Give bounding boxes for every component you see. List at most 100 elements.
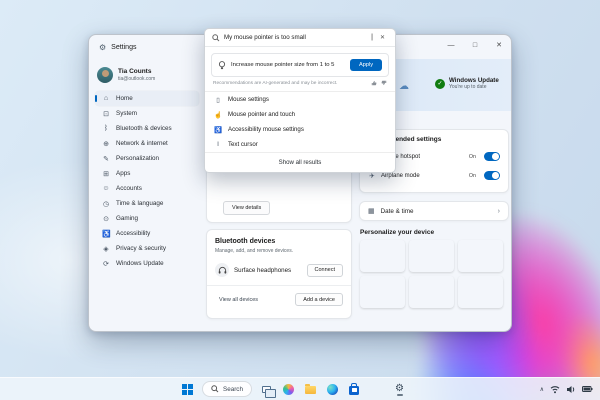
divider bbox=[207, 285, 351, 286]
windows-update-tile[interactable]: ✓ Windows Update You're up to date bbox=[435, 77, 499, 90]
sidebar-item[interactable]: ◷ Time & language bbox=[95, 196, 199, 211]
bluetooth-devices-card: Bluetooth devices Manage, add, and remov… bbox=[206, 229, 352, 319]
toggle-switch[interactable] bbox=[484, 171, 500, 180]
gear-icon: ⚙ bbox=[395, 383, 404, 394]
sidebar-item[interactable]: ♿ Accessibility bbox=[95, 226, 199, 241]
sidebar-item-icon: ◈ bbox=[103, 245, 109, 253]
desktop: ⚙ Settings — □ ✕ Tia Counts tia@outlook.… bbox=[0, 0, 600, 400]
view-details-button[interactable]: View details bbox=[223, 201, 271, 215]
sidebar-item[interactable]: ⊡ System bbox=[95, 106, 199, 121]
wallpaper-thumbnail[interactable] bbox=[360, 276, 405, 308]
windows-update-status: You're up to date bbox=[449, 84, 487, 90]
folder-icon bbox=[304, 384, 316, 394]
sidebar-item-label: Windows Update bbox=[116, 260, 164, 267]
taskbar-search-box[interactable]: Search bbox=[202, 381, 252, 397]
toggle-state-label: On bbox=[468, 172, 476, 179]
sidebar-item[interactable]: ⟳ Windows Update bbox=[95, 256, 199, 271]
sidebar-item-label: Home bbox=[116, 95, 133, 102]
account-profile[interactable]: Tia Counts tia@outlook.com bbox=[95, 63, 199, 91]
sidebar-item-icon: ◷ bbox=[102, 200, 110, 208]
settings-search-input[interactable]: My mouse pointer is too small | ✕ bbox=[205, 29, 395, 47]
toggle-switch[interactable] bbox=[484, 152, 500, 161]
sidebar-item[interactable]: ⌂ Home bbox=[95, 91, 199, 106]
edge-button[interactable] bbox=[325, 382, 340, 397]
search-query-text: My mouse pointer is too small bbox=[224, 34, 306, 41]
sidebar-item-icon: ⌂ bbox=[103, 95, 109, 102]
search-icon bbox=[211, 385, 219, 393]
system-tray: ∧ bbox=[540, 378, 593, 400]
search-result-item[interactable]: ☝ Mouse pointer and touch bbox=[205, 107, 395, 122]
search-result-icon: ♿ bbox=[214, 126, 223, 134]
sidebar-item[interactable]: ☺ Accounts bbox=[95, 181, 199, 196]
sidebar-item[interactable]: ⊕ Network & internet bbox=[95, 136, 199, 151]
volume-icon[interactable] bbox=[566, 385, 576, 394]
clear-search-icon[interactable]: ✕ bbox=[377, 32, 388, 43]
settings-taskbar-button[interactable]: ⚙ bbox=[392, 382, 407, 397]
wallpaper-thumbnail[interactable] bbox=[458, 276, 503, 308]
personalize-title: Personalize your device bbox=[360, 229, 435, 236]
update-check-icon: ✓ bbox=[435, 78, 445, 89]
date-time-card[interactable]: ▦ Date & time › bbox=[359, 201, 509, 221]
show-all-results-button[interactable]: Show all results bbox=[205, 153, 395, 172]
search-result-label: Mouse pointer and touch bbox=[228, 111, 296, 118]
bluetooth-card-subtitle: Manage, add, and remove devices. bbox=[215, 248, 294, 254]
wallpaper-thumbnail[interactable] bbox=[458, 240, 503, 272]
wallpaper-thumbnail[interactable] bbox=[360, 240, 405, 272]
quick-setting-icon: ✈ bbox=[369, 172, 375, 180]
search-result-label: Text cursor bbox=[228, 141, 258, 148]
sidebar-item-label: Gaming bbox=[116, 215, 139, 222]
task-view-icon bbox=[261, 385, 277, 398]
start-button[interactable] bbox=[180, 382, 195, 397]
store-button[interactable] bbox=[347, 382, 362, 397]
cloud-status-tile[interactable]: ☁ bbox=[399, 81, 409, 92]
task-view-button[interactable] bbox=[259, 382, 277, 398]
sidebar-item-label: Privacy & security bbox=[116, 245, 167, 252]
thumbs-down-icon[interactable] bbox=[381, 80, 387, 86]
search-result-label: Mouse settings bbox=[228, 96, 269, 103]
file-explorer-button[interactable] bbox=[303, 382, 318, 397]
sidebar-item[interactable]: ᛒ Bluetooth & devices bbox=[95, 121, 199, 136]
sidebar-item-label: System bbox=[116, 110, 137, 117]
taskbar-search-label: Search bbox=[223, 385, 243, 393]
search-result-item[interactable]: ▯ Mouse settings bbox=[205, 92, 395, 107]
calendar-icon: ▦ bbox=[368, 208, 375, 215]
sidebar-item-icon: ♿ bbox=[102, 230, 111, 238]
maximize-button[interactable]: □ bbox=[463, 35, 487, 55]
sidebar-nav: ⌂ Home ⊡ System ᛒ Bluetooth & devices ⊕ … bbox=[95, 91, 199, 271]
copilot-button[interactable] bbox=[281, 382, 296, 397]
thumbs-up-icon[interactable] bbox=[371, 80, 377, 86]
wifi-icon[interactable] bbox=[550, 385, 560, 394]
search-result-item[interactable]: I Text cursor bbox=[205, 137, 395, 152]
taskbar: Search ⚙ ∧ bbox=[0, 377, 600, 400]
sidebar-item[interactable]: ✎ Personalization bbox=[95, 151, 199, 166]
toggle-state-label: On bbox=[468, 153, 476, 160]
sidebar-item[interactable]: ◈ Privacy & security bbox=[95, 241, 199, 256]
add-device-button[interactable]: Add a device bbox=[295, 293, 343, 306]
battery-icon[interactable] bbox=[582, 386, 593, 392]
sidebar-item[interactable]: ⊙ Gaming bbox=[95, 211, 199, 226]
search-icon bbox=[212, 33, 220, 41]
sidebar-item-icon: ✎ bbox=[103, 155, 109, 163]
sidebar-item[interactable]: ⊞ Apps bbox=[95, 166, 199, 181]
search-result-icon: ▯ bbox=[216, 96, 220, 104]
wallpaper-thumbnail[interactable] bbox=[409, 240, 454, 272]
search-flyout: My mouse pointer is too small | ✕ Increa… bbox=[204, 28, 396, 173]
edge-icon bbox=[326, 383, 338, 395]
view-all-devices-button[interactable]: View all devices bbox=[215, 294, 262, 305]
quick-setting-label: Airplane mode bbox=[381, 172, 420, 179]
minimize-button[interactable]: — bbox=[439, 35, 463, 55]
ai-recommendation-card: Increase mouse pointer size from 1 to 5 … bbox=[211, 53, 389, 77]
wallpaper-thumbnail[interactable] bbox=[409, 276, 454, 308]
search-result-item[interactable]: ♿ Accessibility mouse settings bbox=[205, 122, 395, 137]
sidebar-item-icon: ⟳ bbox=[103, 260, 109, 268]
sidebar-item-label: Personalization bbox=[116, 155, 160, 162]
tray-overflow-chevron-icon[interactable]: ∧ bbox=[540, 386, 544, 393]
close-button[interactable]: ✕ bbox=[487, 35, 511, 55]
apply-button[interactable]: Apply bbox=[350, 59, 382, 71]
connect-button[interactable]: Connect bbox=[306, 263, 343, 277]
sidebar-item-icon: ⊕ bbox=[103, 140, 109, 148]
profile-email: tia@outlook.com bbox=[118, 76, 156, 83]
windows-logo-icon bbox=[182, 383, 193, 395]
headphones-icon bbox=[215, 263, 229, 277]
sidebar-item-icon: ⊞ bbox=[103, 170, 109, 178]
